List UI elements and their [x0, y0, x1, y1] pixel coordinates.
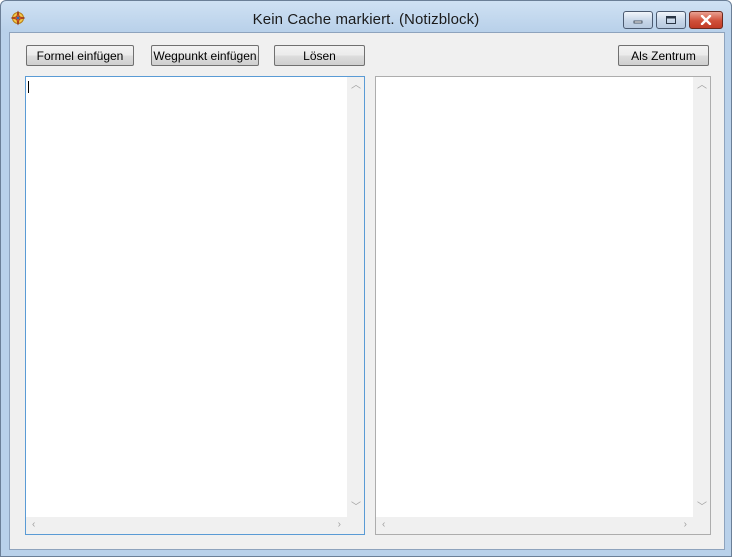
window-title: Kein Cache markiert. (Notizblock): [252, 11, 480, 28]
scrollbar-corner: [347, 517, 364, 534]
chevron-left-icon[interactable]: ‹: [382, 520, 385, 530]
chevron-left-icon[interactable]: ‹: [32, 520, 35, 530]
minimize-button[interactable]: [623, 11, 653, 29]
chevron-down-icon[interactable]: ﹀: [697, 503, 707, 513]
wegpunkt-einfuegen-button[interactable]: Wegpunkt einfügen: [151, 45, 259, 66]
close-button[interactable]: [689, 11, 723, 29]
text-caret: [28, 81, 29, 93]
chevron-right-icon[interactable]: ›: [684, 520, 687, 530]
title-bar[interactable]: Kein Cache markiert. (Notizblock): [1, 1, 731, 33]
close-icon: [700, 15, 712, 25]
maximize-button[interactable]: [656, 11, 686, 29]
loesen-button[interactable]: Lösen: [274, 45, 365, 66]
als-zentrum-button[interactable]: Als Zentrum: [618, 45, 709, 66]
chevron-up-icon[interactable]: ︿: [351, 81, 361, 91]
input-textbox[interactable]: ︿ ﹀ ‹ ›: [25, 76, 365, 535]
scrollbar-corner: [693, 517, 710, 534]
chevron-down-icon[interactable]: ﹀: [351, 503, 361, 513]
output-vertical-scrollbar[interactable]: ︿ ﹀: [693, 77, 710, 517]
input-horizontal-scrollbar[interactable]: ‹ ›: [26, 517, 347, 534]
maximize-icon: [666, 16, 676, 24]
notizblock-window: Kein Cache markiert. (Notizblock) Formel…: [0, 0, 732, 557]
chevron-right-icon[interactable]: ›: [338, 520, 341, 530]
chevron-up-icon[interactable]: ︿: [697, 81, 707, 91]
output-horizontal-scrollbar[interactable]: ‹ ›: [376, 517, 693, 534]
client-area: Formel einfügen Wegpunkt einfügen Lösen …: [9, 32, 725, 550]
input-vertical-scrollbar[interactable]: ︿ ﹀: [347, 77, 364, 517]
minimize-icon: [633, 20, 643, 24]
output-textbox[interactable]: ︿ ﹀ ‹ ›: [375, 76, 711, 535]
formel-einfuegen-button[interactable]: Formel einfügen: [26, 45, 134, 66]
